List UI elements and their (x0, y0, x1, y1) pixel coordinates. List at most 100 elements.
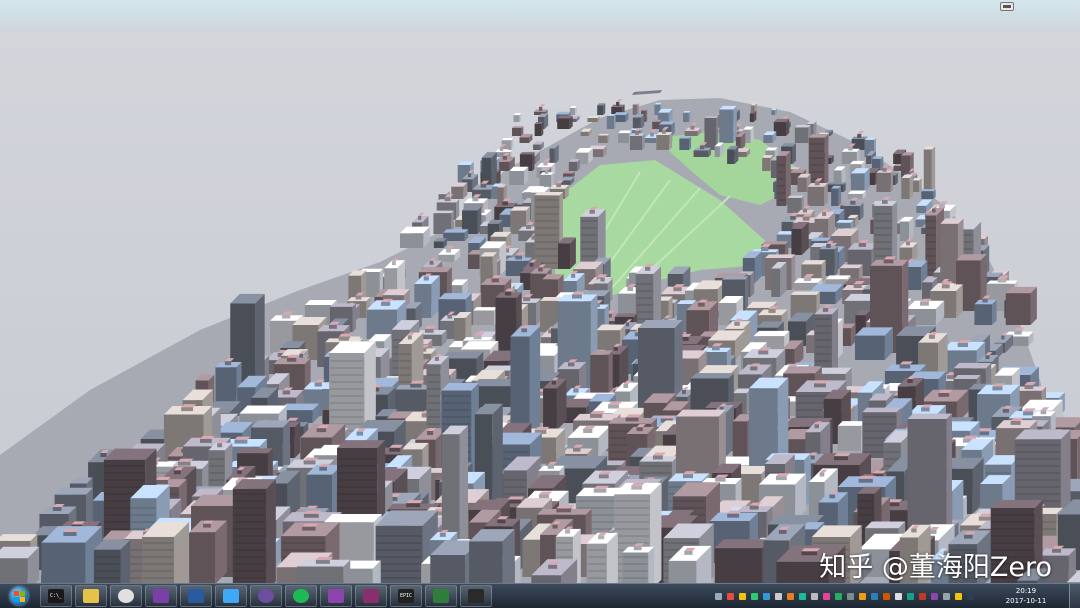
building (0, 546, 40, 583)
tray-icon[interactable] (847, 592, 854, 600)
building (632, 114, 645, 129)
watermark: 知乎 @董海阳Zero (819, 552, 1052, 583)
building (568, 159, 580, 171)
building (597, 103, 606, 115)
building (837, 421, 867, 451)
building (41, 526, 102, 583)
building (451, 182, 468, 199)
tray-icon[interactable] (919, 592, 926, 600)
building (749, 111, 757, 122)
taskbar-app-button[interactable] (425, 585, 457, 607)
tray-icon[interactable] (943, 592, 950, 600)
clock-date: 2017-10-11 (1005, 597, 1047, 605)
building (808, 134, 829, 185)
eclipse-icon (258, 589, 274, 603)
building (618, 130, 632, 143)
taskbar-app-button[interactable] (215, 585, 247, 607)
building (1005, 286, 1037, 325)
taskbar-app-button[interactable] (180, 585, 212, 607)
sourcetree-icon (223, 589, 239, 603)
tray-icon[interactable] (799, 592, 806, 600)
tray-icon[interactable] (883, 592, 890, 600)
building (557, 115, 573, 129)
epic-games-icon: EPIC (398, 589, 414, 603)
building (141, 521, 190, 583)
tray-icon[interactable] (835, 592, 842, 600)
building (921, 189, 936, 199)
show-desktop-button[interactable] (1069, 584, 1080, 608)
taskbar-app-button[interactable]: C:\_ (40, 585, 72, 607)
tray-icon[interactable] (859, 592, 866, 600)
building (763, 131, 777, 143)
building (512, 126, 524, 136)
taskbar-apps: C:\_ EPIC (40, 585, 495, 607)
building (296, 556, 351, 583)
tray-icon[interactable] (955, 592, 962, 600)
taskbar: C:\_ EPIC 20:19 2017-10-11 (0, 583, 1080, 608)
building (473, 307, 498, 325)
unreal-engine-2-icon (468, 589, 484, 603)
tray-icon[interactable] (727, 592, 734, 600)
building (613, 112, 629, 122)
tray-icon[interactable] (823, 592, 830, 600)
game-viewport[interactable]: 知乎 @董海阳Zero (0, 0, 1080, 583)
unreal-engine-icon (188, 589, 204, 603)
tray-icon[interactable] (715, 592, 722, 600)
clock[interactable]: 20:19 2017-10-11 (1002, 586, 1050, 606)
tray-icon[interactable] (739, 592, 746, 600)
building (771, 262, 787, 297)
building (569, 105, 578, 115)
building (833, 166, 846, 185)
taskbar-app-button[interactable] (285, 585, 317, 607)
building (543, 377, 567, 430)
building (831, 185, 842, 206)
building (590, 350, 613, 395)
building (679, 136, 692, 150)
building (899, 216, 914, 241)
tray-icon[interactable] (895, 592, 902, 600)
tray-icon[interactable] (931, 592, 938, 600)
building (606, 114, 616, 129)
building (509, 166, 529, 185)
clock-time: 20:19 (1015, 587, 1037, 595)
building (232, 479, 276, 583)
building (632, 102, 639, 115)
taskbar-app-button[interactable] (75, 585, 107, 607)
cmd-icon: C:\_ (48, 589, 64, 603)
building (901, 174, 914, 199)
building (433, 238, 447, 248)
visual-studio-icon (153, 589, 169, 603)
building (719, 105, 737, 143)
taskbar-app-button[interactable] (460, 585, 492, 607)
tray-icon[interactable] (907, 592, 914, 600)
tray-icon[interactable] (811, 592, 818, 600)
start-button[interactable] (2, 585, 36, 607)
taskbar-app-button[interactable]: EPIC (390, 585, 422, 607)
taskbar-app-button[interactable] (145, 585, 177, 607)
explorer-icon (83, 589, 99, 603)
tray-icon[interactable] (775, 592, 782, 600)
window-restore-icon[interactable] (1000, 2, 1014, 11)
windows-start-orb-icon (10, 587, 28, 605)
tray-icon[interactable] (967, 592, 974, 600)
spotify-icon (293, 589, 309, 603)
building (549, 144, 559, 164)
taskbar-app-button[interactable] (320, 585, 352, 607)
taskbar-app-button[interactable] (110, 585, 142, 607)
tray-icon[interactable] (763, 592, 770, 600)
building (534, 121, 544, 136)
tray-icon[interactable] (751, 592, 758, 600)
building (587, 115, 600, 122)
taskbar-app-button[interactable] (250, 585, 282, 607)
building (598, 133, 610, 143)
tray-icon[interactable] (787, 592, 794, 600)
building (93, 539, 131, 583)
building (850, 168, 870, 192)
building (923, 146, 936, 192)
building (469, 529, 515, 583)
winrar-icon (363, 589, 379, 603)
system-tray (715, 586, 1025, 606)
taskbar-app-button[interactable] (355, 585, 387, 607)
building (683, 110, 691, 122)
tray-icon[interactable] (871, 592, 878, 600)
